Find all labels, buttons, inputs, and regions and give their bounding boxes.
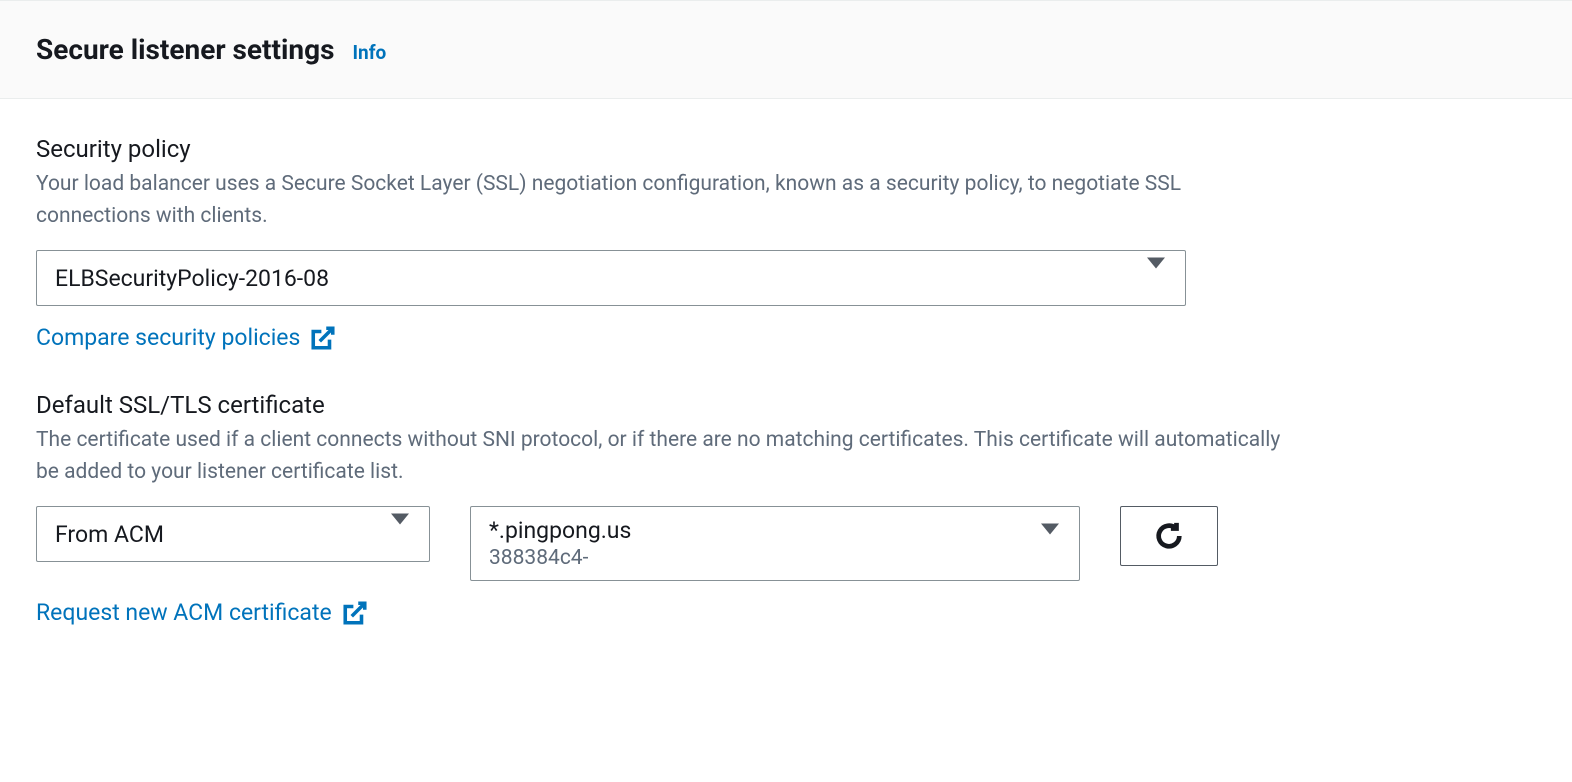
caret-down-icon [1147,269,1165,288]
caret-down-icon [1041,534,1059,553]
request-link-label: Request new ACM certificate [36,599,332,626]
certificate-select[interactable]: *.pingpong.us 388384c4- [470,506,1080,581]
default-certificate-label: Default SSL/TLS certificate [36,391,1536,419]
compare-link-label: Compare security policies [36,324,300,351]
info-link[interactable]: Info [352,41,386,64]
section-title: Secure listener settings [36,33,334,66]
certificate-source-select[interactable]: From ACM [36,506,430,562]
refresh-button[interactable] [1120,506,1218,566]
certificate-id: 388384c4- [489,546,588,570]
security-policy-value: ELBSecurityPolicy-2016-08 [55,265,329,292]
caret-down-icon [391,525,409,544]
security-policy-select[interactable]: ELBSecurityPolicy-2016-08 [36,250,1186,306]
security-policy-group: Security policy Your load balancer uses … [36,135,1536,351]
request-acm-certificate-link[interactable]: Request new ACM certificate [36,599,368,626]
refresh-icon [1154,521,1184,551]
certificate-source-value: From ACM [55,521,164,548]
default-certificate-description: The certificate used if a client connect… [36,425,1296,488]
default-certificate-group: Default SSL/TLS certificate The certific… [36,391,1536,626]
security-policy-label: Security policy [36,135,1536,163]
certificate-domain: *.pingpong.us [489,517,631,544]
external-link-icon [310,325,336,351]
compare-security-policies-link[interactable]: Compare security policies [36,324,336,351]
external-link-icon [342,600,368,626]
security-policy-description: Your load balancer uses a Secure Socket … [36,169,1296,232]
